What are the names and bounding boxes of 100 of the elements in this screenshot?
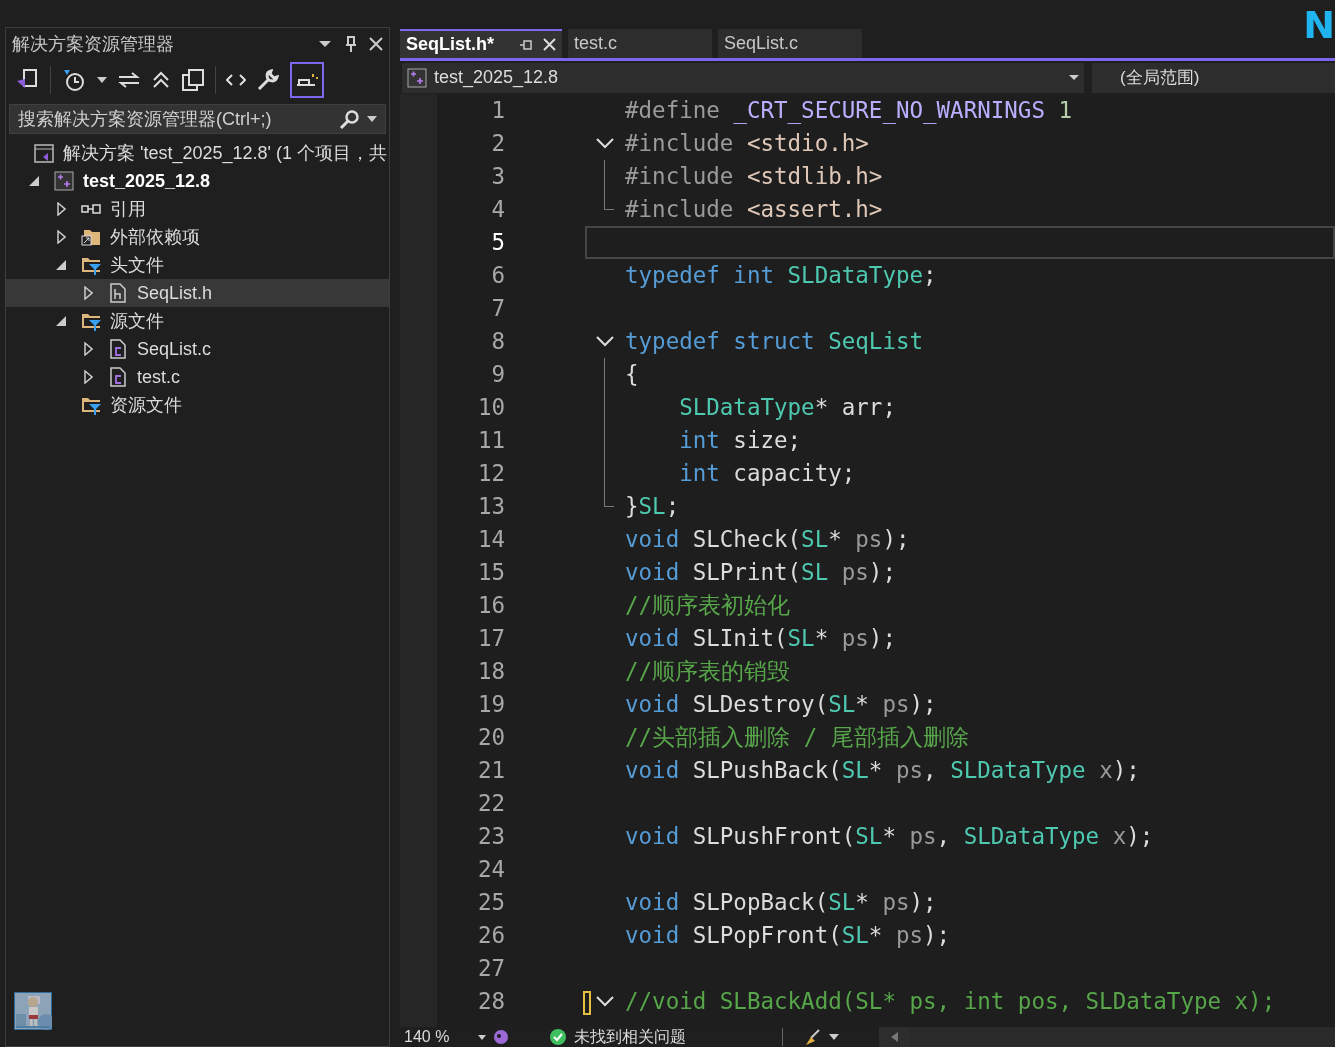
scope-dropdown[interactable]: (全局范围) [1092,62,1335,93]
c-file-icon [108,367,128,387]
line-number: 6 [490,260,505,290]
zoom-dropdown[interactable]: 140 % [400,1025,490,1047]
editor-tab[interactable]: SeqList.c [718,29,862,58]
project-dropdown[interactable]: test_2025_12.8 [402,62,1084,93]
copy-icon[interactable] [181,68,205,92]
header-file-icon [108,283,128,303]
close-icon[interactable] [543,38,556,51]
dropdown-icon[interactable] [319,40,331,48]
code-line: typedef struct SeqList [625,326,924,356]
editor-tab[interactable]: test.c [568,29,712,58]
collapse-icon[interactable] [151,70,171,90]
preview-icon [295,72,319,88]
preview-toggle-button[interactable] [290,62,324,98]
code-line: #include <stdio.h> [625,128,869,158]
line-number: 3 [490,161,505,191]
dropdown-icon [1069,75,1079,80]
line-number: 10 [476,392,505,422]
collapsed-icon[interactable] [83,286,93,300]
expanded-icon[interactable] [56,316,66,326]
code-line: void SLPopFront(SL* ps); [625,920,951,950]
line-number: 28 [476,986,505,1016]
solution-icon [34,143,54,163]
issues-status[interactable]: 未找到相关问题 [574,1025,686,1047]
collapse-icon[interactable] [596,336,614,347]
project-icon [407,67,427,88]
sync-icon[interactable] [117,70,141,90]
tree-item[interactable]: 资源文件 [6,391,389,419]
search-icon [339,109,361,129]
code-line: }SL; [625,491,680,521]
code-line: void SLPushBack(SL* ps, SLDataType x); [625,755,1140,785]
project-name: test_2025_12.8 [434,66,560,90]
code-line: { [625,359,639,389]
line-number: 1 [490,95,505,125]
code-line: void SLPopBack(SL* ps); [625,887,937,917]
line-number: 15 [476,557,505,587]
pin-icon[interactable] [519,38,533,51]
code-line: void SLInit(SL* ps); [625,623,896,653]
code-line: SLDataType* arr; [678,392,896,422]
tree-item[interactable]: 头文件 [6,251,389,279]
folder-filter-icon [81,395,101,415]
line-number: 17 [476,623,505,653]
tree-label: 资源文件 [110,393,182,417]
code-icon[interactable] [226,73,246,87]
tree-item[interactable]: SeqList.h [6,279,389,307]
tree-label: 外部依赖项 [110,225,200,249]
code-line: typedef int SLDataType; [625,260,937,290]
history-icon[interactable] [61,67,87,93]
collapse-icon[interactable] [596,138,614,149]
dropdown-icon[interactable] [829,1034,839,1040]
tree-item[interactable]: 外部依赖项 [6,223,389,251]
editor-tab[interactable]: SeqList.h* [400,29,562,58]
tree-item[interactable]: 引用 [6,195,389,223]
tree-item[interactable]: 解决方案 'test_2025_12.8' (1 个项目，共 [6,139,389,167]
tree-label: test.c [137,365,180,389]
collapse-icon[interactable] [596,996,614,1007]
tree-label: 解决方案 'test_2025_12.8' (1 个项目，共 [63,141,387,166]
line-number: 25 [476,887,505,917]
expanded-icon[interactable] [56,260,66,270]
line-number: 23 [476,821,505,851]
collapsed-icon[interactable] [56,202,66,216]
line-number: 26 [476,920,505,950]
line-number: 2 [490,128,505,158]
tree-label: 源文件 [110,309,164,333]
code-line: #include <assert.h> [625,194,883,224]
folder-filter-icon [81,255,101,275]
tree-item[interactable]: test.c [6,363,389,391]
pin-icon[interactable] [345,36,357,52]
code-line: int capacity; [678,458,856,488]
tree-label: SeqList.h [137,281,213,305]
line-number: 13 [476,491,505,521]
dropdown-icon[interactable] [97,77,107,83]
code-line: //头部插入删除 / 尾部插入删除 [625,722,969,752]
tree-item[interactable]: 源文件 [6,307,389,335]
search-field[interactable]: 搜索解决方案资源管理器(Ctrl+;) [9,104,386,134]
line-number: 19 [476,689,505,719]
code-line: int size; [678,425,802,455]
collapsed-icon[interactable] [83,370,93,384]
tree-item[interactable]: SeqList.c [6,335,389,363]
code-line: #define _CRT_SECURE_NO_WARNINGS 1 [625,95,1073,126]
expanded-icon[interactable] [29,176,39,186]
scroll-left-icon[interactable] [890,1032,898,1042]
line-number: 8 [490,326,505,356]
logo-text: N [1303,6,1335,44]
tree-label: 引用 [110,197,146,221]
folder-shortcut-icon [81,227,101,247]
code-line: void SLDestroy(SL* ps); [625,689,937,719]
dropdown-icon[interactable] [367,116,377,122]
tree-label: test_2025_12.8 [83,169,211,193]
close-icon[interactable] [369,37,383,51]
line-number: 22 [476,788,505,818]
wrench-icon[interactable] [256,68,280,92]
collapsed-icon[interactable] [83,342,93,356]
collapsed-icon[interactable] [56,230,66,244]
tree-label: 头文件 [110,253,164,277]
tree-item[interactable]: test_2025_12.8 [6,167,389,195]
code-line: #include <stdlib.h> [625,161,883,191]
line-number: 21 [476,755,505,785]
line-number: 12 [476,458,505,488]
